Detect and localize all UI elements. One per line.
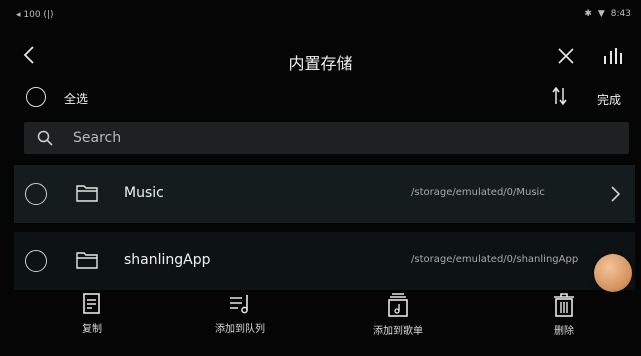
sort-button[interactable]: [552, 86, 568, 109]
item-checkbox[interactable]: [25, 183, 47, 205]
file-name: shanlingApp: [124, 252, 211, 268]
list-item[interactable]: Music /storage/emulated/0/Music: [14, 165, 635, 223]
add-to-queue-icon: [230, 295, 248, 314]
chevron-right-icon: [611, 186, 621, 202]
file-path: /storage/emulated/0/Music: [411, 187, 545, 198]
search-input[interactable]: Search: [73, 130, 121, 146]
folder-icon: [76, 185, 98, 202]
close-icon: [558, 48, 574, 64]
clock: 8:43: [610, 9, 631, 19]
copy-label: 复制: [82, 324, 102, 335]
floating-button[interactable]: [594, 254, 632, 292]
bottom-action-bar: 复制 添加到队列 添加到歌单 删除: [0, 292, 641, 356]
add-to-playlist-label: 添加到歌单: [373, 326, 423, 337]
item-checkbox[interactable]: [25, 250, 47, 272]
copy-button[interactable]: 复制: [72, 292, 112, 335]
folder-icon: [76, 252, 98, 269]
select-all-checkbox[interactable]: [26, 87, 46, 107]
search-icon: [37, 130, 53, 146]
add-to-playlist-icon: [388, 293, 408, 317]
search-bar[interactable]: Search: [24, 122, 629, 154]
bluetooth-icon: ✱: [584, 9, 592, 19]
close-button[interactable]: [558, 48, 574, 68]
trash-icon: [554, 293, 574, 317]
add-to-playlist-button[interactable]: 添加到歌单: [358, 292, 438, 337]
add-to-queue-label: 添加到队列: [215, 324, 265, 335]
wifi-icon: ▼: [597, 9, 605, 19]
delete-button[interactable]: 删除: [544, 292, 584, 337]
page-title: 内置存储: [288, 54, 353, 73]
sort-icon: [552, 86, 567, 106]
volume-status: ◂ 100 (|): [16, 10, 54, 20]
equalizer-button[interactable]: [603, 48, 623, 68]
list-item[interactable]: shanlingApp /storage/emulated/0/shanling…: [14, 232, 635, 290]
add-to-queue-button[interactable]: 添加到队列: [200, 292, 280, 335]
equalizer-icon: [604, 48, 622, 64]
title-bar: 内置存储: [0, 34, 641, 84]
file-name: Music: [124, 185, 164, 201]
copy-icon: [83, 293, 100, 314]
back-button[interactable]: [23, 46, 35, 68]
status-bar: ◂ 100 (|) ✱ ▼ 8:43: [0, 0, 641, 34]
screen: ◂ 100 (|) ✱ ▼ 8:43 内置存储 全选 完成 Search Mus…: [0, 0, 641, 356]
select-all-label[interactable]: 全选: [64, 90, 88, 107]
status-right: ✱ ▼ 8:43: [584, 9, 631, 19]
chevron-left-icon: [23, 46, 34, 64]
file-path: /storage/emulated/0/shanlingApp: [411, 254, 579, 265]
done-button[interactable]: 完成: [597, 91, 621, 108]
delete-label: 删除: [554, 326, 574, 337]
